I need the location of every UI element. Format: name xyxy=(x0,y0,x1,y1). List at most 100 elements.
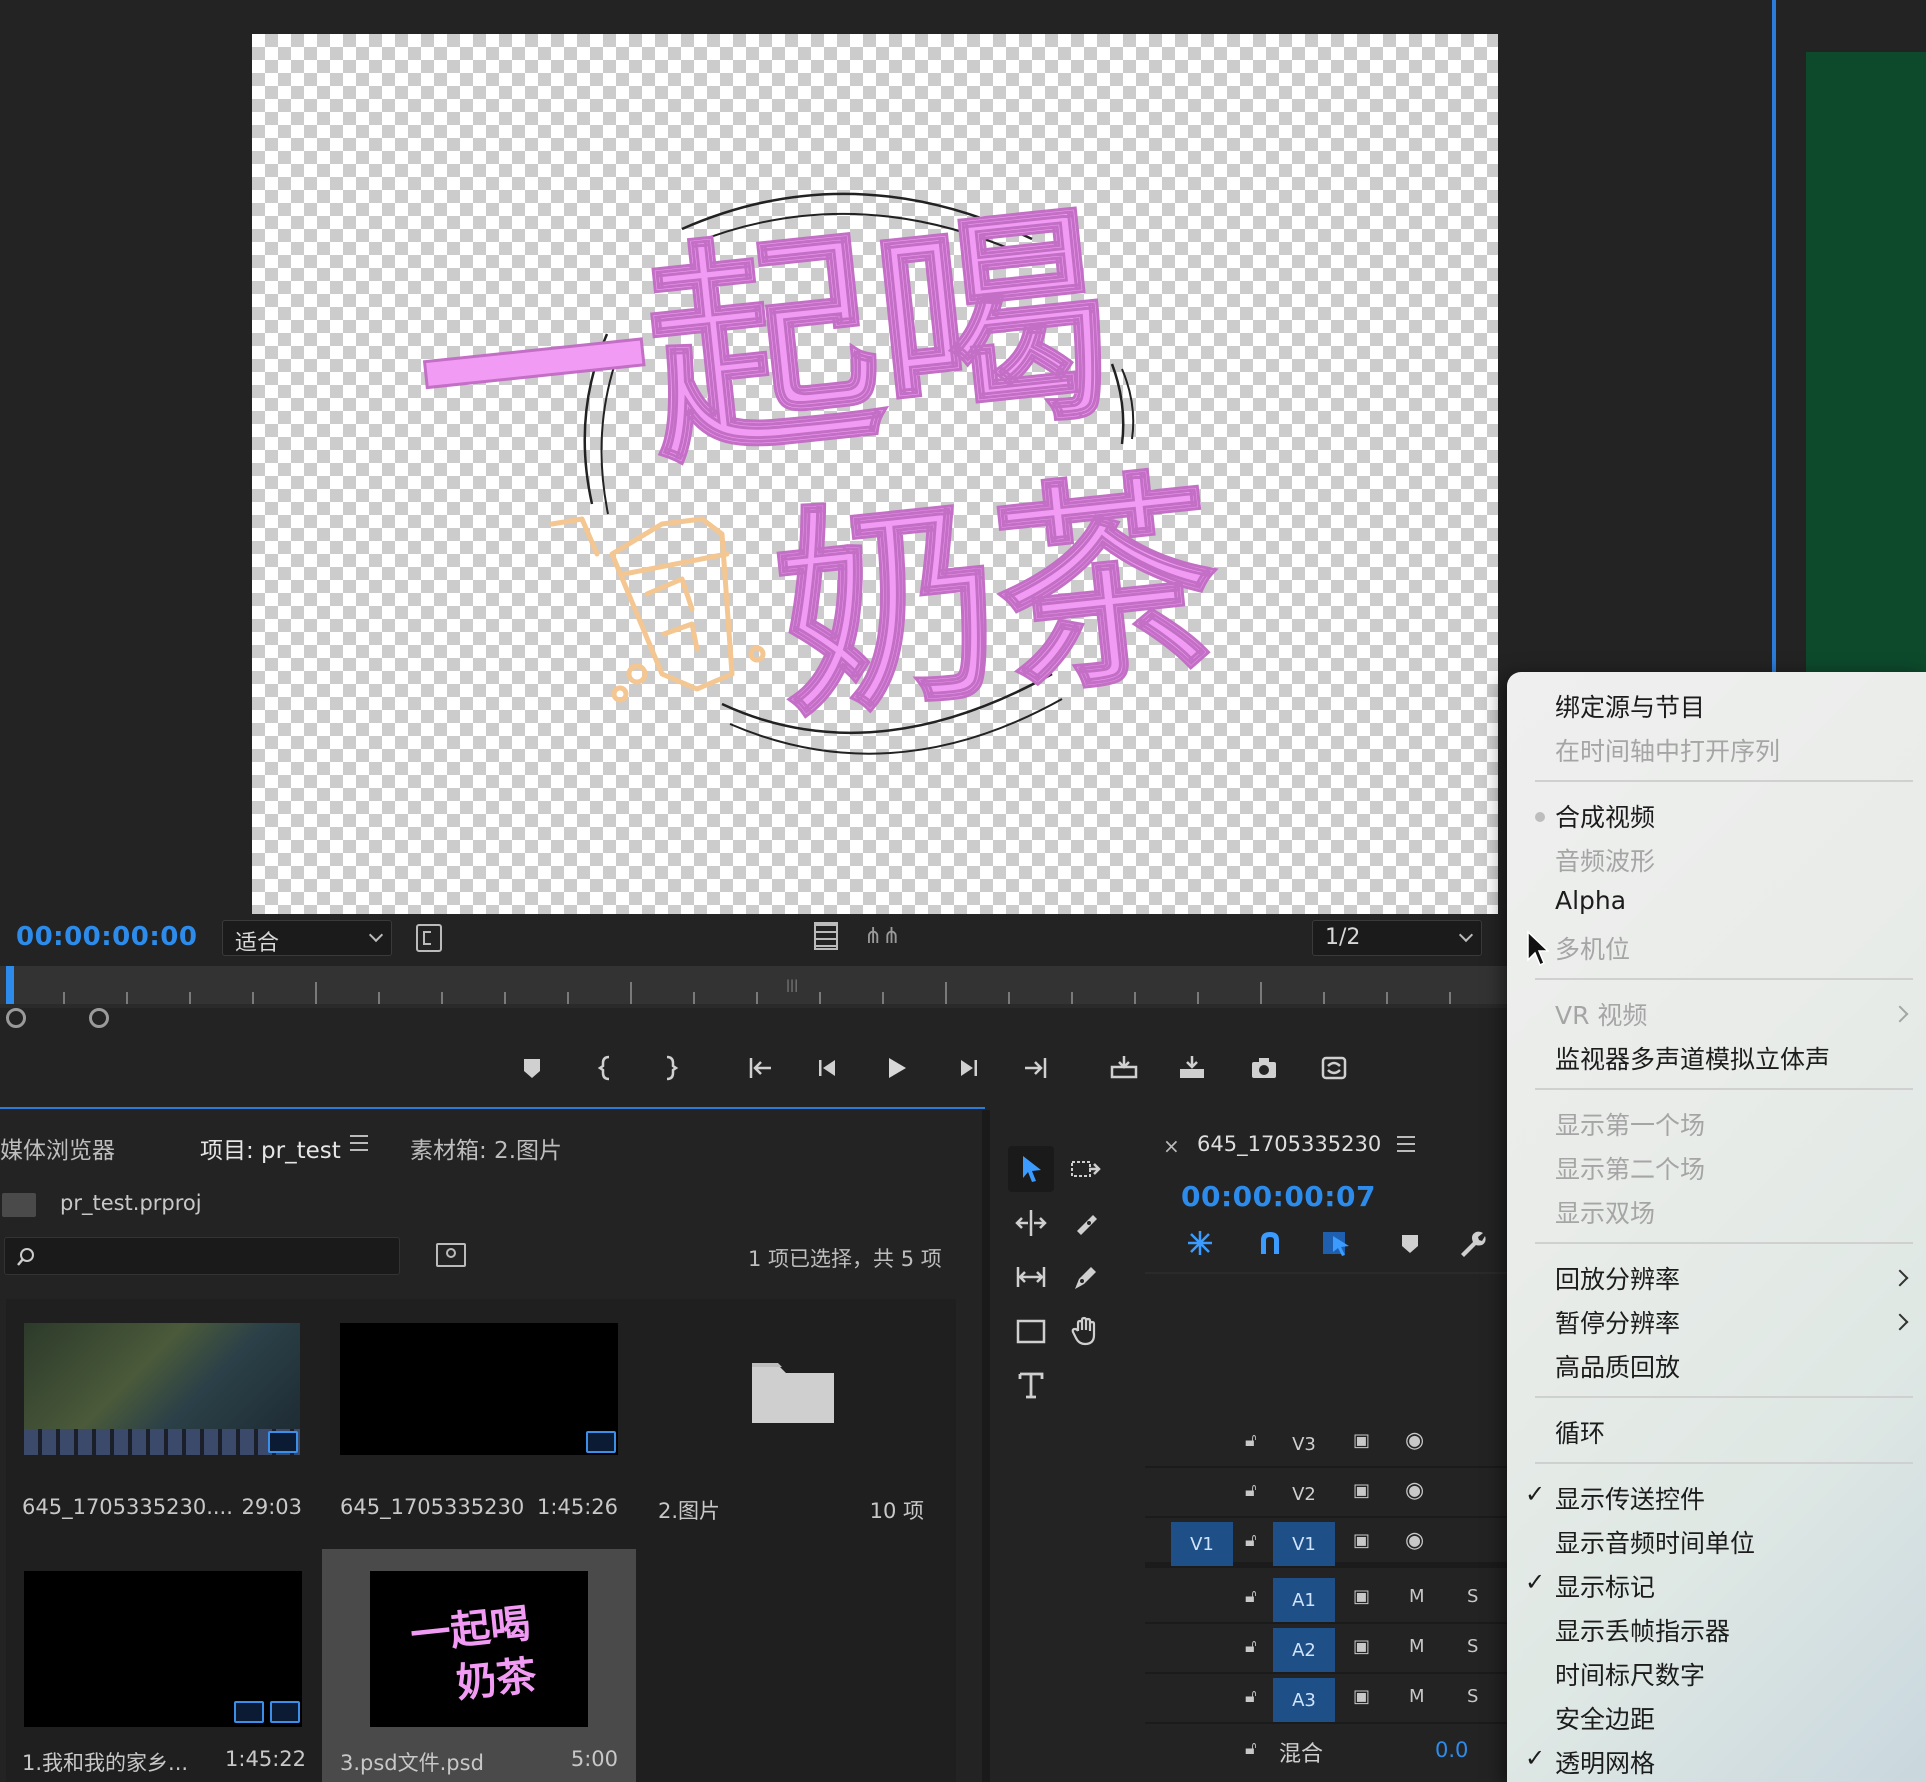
lock-icon[interactable]: 🔓︎ xyxy=(1245,1636,1257,1657)
menu-item-multichannel-stereo[interactable]: 监视器多声道模拟立体声 xyxy=(1555,1040,1830,1076)
slip-tool[interactable] xyxy=(1008,1254,1054,1300)
mute-button[interactable]: M xyxy=(1409,1586,1425,1607)
menu-item-high-quality-playback[interactable]: 高品质回放 xyxy=(1555,1348,1680,1384)
playhead[interactable] xyxy=(6,966,14,1004)
transparency-grid-canvas[interactable]: 一起喝 奶茶 xyxy=(252,34,1498,914)
track-label-v2[interactable]: V2 xyxy=(1273,1472,1335,1516)
eye-icon[interactable]: ◉ xyxy=(1405,1528,1424,1553)
fit-dropdown[interactable]: 适合 xyxy=(222,920,392,956)
marker-icon[interactable] xyxy=(1399,1232,1421,1256)
step-forward-button[interactable] xyxy=(948,1048,988,1088)
play-button[interactable] xyxy=(876,1048,916,1088)
lock-icon[interactable]: 🔓︎ xyxy=(1245,1530,1257,1551)
toggle-proxies-button[interactable] xyxy=(1314,1048,1354,1088)
lock-icon[interactable]: 🔓︎ xyxy=(1245,1686,1257,1707)
tab-project[interactable]: 项目: pr_test xyxy=(200,1131,341,1165)
chevron-down-icon xyxy=(368,927,384,943)
menu-item-safe-margins[interactable]: 安全边距 xyxy=(1555,1700,1655,1736)
overwrite-button[interactable] xyxy=(1172,1048,1212,1088)
sync-lock-icon[interactable]: ▣ xyxy=(1353,1480,1370,1501)
menu-item-show-transport-controls[interactable]: 显示传送控件 xyxy=(1555,1480,1705,1516)
folder-up-icon[interactable] xyxy=(2,1193,36,1217)
find-icon[interactable] xyxy=(436,1243,466,1267)
add-marker-button[interactable] xyxy=(512,1048,552,1088)
list-item[interactable]: 2.图片 10 项 xyxy=(638,1299,948,1549)
tab-bin[interactable]: 素材箱: 2.图片 xyxy=(410,1131,562,1165)
snap-magnet-icon[interactable] xyxy=(1255,1228,1285,1258)
sequence-tab-name[interactable]: 645_1705335230 xyxy=(1197,1132,1381,1156)
mark-in-button[interactable] xyxy=(586,1048,626,1088)
solo-button[interactable]: S xyxy=(1467,1586,1478,1607)
track-select-tool[interactable] xyxy=(1062,1146,1108,1192)
export-frame-button[interactable] xyxy=(1244,1048,1284,1088)
linked-selection-icon[interactable] xyxy=(1321,1228,1353,1258)
tab-media-browser[interactable]: 媒体浏览器 xyxy=(0,1131,115,1165)
solo-button[interactable]: S xyxy=(1467,1686,1478,1707)
timeline-timecode[interactable]: 00:00:00:07 xyxy=(1181,1180,1376,1213)
insert-button[interactable] xyxy=(1104,1048,1144,1088)
menu-item-show-audio-time-units[interactable]: 显示音频时间单位 xyxy=(1555,1524,1755,1560)
pen-tool[interactable] xyxy=(1062,1254,1108,1300)
wrench-icon[interactable] xyxy=(1457,1228,1487,1258)
list-item[interactable]: 645_1705335230.... 29:03 xyxy=(6,1299,316,1549)
mute-button[interactable]: M xyxy=(1409,1636,1425,1657)
list-item[interactable]: 1.我和我的家乡... 1:45:22 xyxy=(6,1549,316,1782)
menu-item-loop[interactable]: 循环 xyxy=(1555,1414,1605,1450)
solo-button[interactable]: S xyxy=(1467,1636,1478,1657)
lock-icon[interactable]: 🔓︎ xyxy=(1245,1430,1257,1451)
track-label-a3[interactable]: A3 xyxy=(1273,1678,1335,1722)
mark-out-button[interactable] xyxy=(650,1048,690,1088)
sync-lock-icon[interactable]: ▣ xyxy=(1353,1586,1370,1607)
panel-divider[interactable] xyxy=(982,1110,990,1782)
list-item-selected[interactable]: 一起喝 奶茶 3.psd文件.psd 5:00 xyxy=(322,1549,636,1782)
menu-item-paused-resolution[interactable]: 暂停分辨率 xyxy=(1555,1304,1680,1340)
track-label-a1[interactable]: A1 xyxy=(1273,1578,1335,1622)
close-icon[interactable]: × xyxy=(1163,1134,1180,1158)
menu-item-composite-video[interactable]: 合成视频 xyxy=(1555,798,1655,834)
track-label-v1[interactable]: V1 xyxy=(1273,1522,1335,1566)
menu-item-alpha[interactable]: Alpha xyxy=(1555,886,1626,915)
source-timecode[interactable]: 00:00:00:00 xyxy=(16,922,197,952)
mute-button[interactable]: M xyxy=(1409,1686,1425,1707)
zoom-handle-left[interactable] xyxy=(6,1008,26,1028)
lock-icon[interactable]: 🔓︎ xyxy=(1245,1586,1257,1607)
ripple-edit-tool[interactable] xyxy=(1008,1200,1054,1246)
drag-audio-icon[interactable]: ⋔⋔ xyxy=(864,924,901,949)
menu-item-bind-source-program[interactable]: 绑定源与节目 xyxy=(1555,688,1705,724)
menu-item-show-dropped-frame-indicator[interactable]: 显示丢帧指示器 xyxy=(1555,1612,1730,1648)
selection-tool[interactable] xyxy=(1008,1146,1054,1192)
zoom-handle-right[interactable] xyxy=(89,1008,109,1028)
drag-video-icon[interactable] xyxy=(814,922,838,950)
step-back-button[interactable] xyxy=(808,1048,848,1088)
eye-icon[interactable]: ◉ xyxy=(1405,1478,1424,1503)
lock-icon[interactable]: 🔓︎ xyxy=(1245,1738,1257,1759)
type-tool[interactable] xyxy=(1008,1362,1054,1408)
eye-icon[interactable]: ◉ xyxy=(1405,1428,1424,1453)
lock-icon[interactable]: 🔓︎ xyxy=(1245,1480,1257,1501)
sync-lock-icon[interactable]: ▣ xyxy=(1353,1636,1370,1657)
safe-margins-icon[interactable] xyxy=(416,924,442,952)
go-to-out-button[interactable] xyxy=(1016,1048,1056,1088)
go-to-in-button[interactable] xyxy=(740,1048,780,1088)
mix-value[interactable]: 0.0 xyxy=(1435,1738,1468,1762)
menu-item-time-ruler-numbers[interactable]: 时间标尺数字 xyxy=(1555,1656,1705,1692)
nest-icon[interactable] xyxy=(1185,1228,1215,1258)
sync-lock-icon[interactable]: ▣ xyxy=(1353,1686,1370,1707)
menu-item-playback-resolution[interactable]: 回放分辨率 xyxy=(1555,1260,1680,1296)
sync-lock-icon[interactable]: ▣ xyxy=(1353,1430,1370,1451)
hand-tool[interactable] xyxy=(1062,1308,1108,1354)
time-ruler[interactable]: ||| xyxy=(0,966,1510,1004)
search-input[interactable] xyxy=(4,1237,400,1275)
panel-menu-icon[interactable] xyxy=(350,1135,368,1151)
source-patch-v1[interactable]: V1 xyxy=(1171,1522,1233,1566)
menu-item-transparency-grid[interactable]: 透明网格 xyxy=(1555,1744,1655,1780)
razor-tool[interactable] xyxy=(1062,1200,1108,1246)
rectangle-tool[interactable] xyxy=(1008,1308,1054,1354)
resolution-dropdown[interactable]: 1/2 xyxy=(1312,920,1482,956)
track-label-a2[interactable]: A2 xyxy=(1273,1628,1335,1672)
menu-item-show-markers[interactable]: 显示标记 xyxy=(1555,1568,1655,1604)
track-label-v3[interactable]: V3 xyxy=(1273,1422,1335,1466)
list-item[interactable]: 645_1705335230 1:45:26 xyxy=(322,1299,632,1549)
panel-menu-icon[interactable] xyxy=(1397,1136,1415,1152)
sync-lock-icon[interactable]: ▣ xyxy=(1353,1530,1370,1551)
